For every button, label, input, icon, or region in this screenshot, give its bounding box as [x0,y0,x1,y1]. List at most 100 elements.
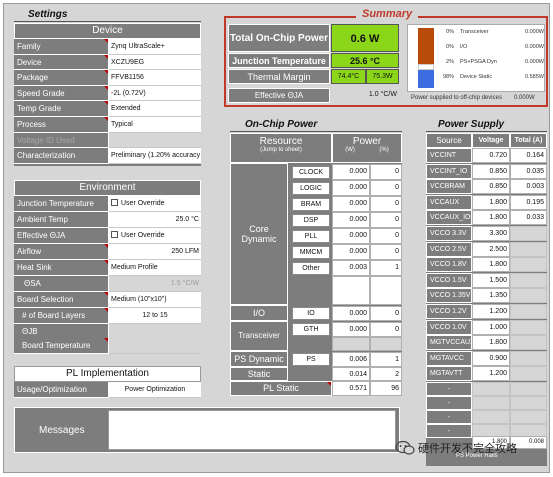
resource-power-pct: 0 [370,196,402,212]
ps-voltage-input[interactable]: 1.200 [472,366,510,382]
env-row-ambient: Ambient Temp 25.0 °C [14,212,201,228]
pl-static-label: PL Static [230,381,332,396]
board-layers-select[interactable]: 12 to 15 [109,308,201,324]
theta-override-checkbox[interactable] [111,231,118,238]
env-row-theta: Effective ΘJA User Override [14,228,201,244]
static-label: Static [230,367,288,381]
junction-temp-summary-value: 25.6 °C [331,53,399,68]
device-row-label: Device [14,54,109,71]
power-breakdown-chart: 0% Transceiver 0.000W 0% I/O 0.000W 2% PS+PSGA … [407,24,545,92]
airflow-label: Airflow [14,244,109,260]
junction-override-checkbox[interactable] [111,199,118,206]
ps-voltage-input[interactable]: 1.200 [472,304,510,319]
gth-power-pct-2 [370,337,402,351]
ps-source-label: VCCINT [426,148,472,163]
ps-header-voltage: Voltage [472,133,510,148]
io-resource-link[interactable]: IO [292,307,330,320]
ps-dash-label: - [426,410,472,424]
breakdown-pct: 0% [446,29,454,35]
device-row-value[interactable]: Extended [109,101,201,117]
gth-resource-link[interactable]: GTH [292,323,330,336]
ps-dynamic-text: PS Dynamic [234,354,284,364]
device-row: Package FFVB1156 [14,70,201,86]
breakdown-name: PS+PSGA Dyn [460,59,497,65]
transceiver-text: Transceiver [238,331,280,340]
ps-source-label: VCCINT_IO [426,163,472,179]
ps-voltage-input[interactable]: 3.300 [472,226,510,241]
ps-voltage-input[interactable]: 0.900 [472,350,510,366]
breakdown-value: 0.000W [525,29,544,35]
ps-source-label: MGTVCCAUX [426,335,475,351]
watermark: 硬件开发不完全攻略 [395,440,517,456]
core-dynamic-text: Core Dynamic [241,224,277,244]
ps-total-value: 0.033 [510,210,547,226]
airflow-select[interactable]: 250 LFM [109,244,201,260]
usage-select[interactable]: Power Optimization [109,382,201,398]
resource-power-w: 0.000 [332,196,370,212]
device-row-value[interactable]: FFVB1156 [109,70,201,86]
ps-voltage-input[interactable]: 0.850 [472,179,510,195]
device-row: Family Zynq UltraScale+ [14,39,201,55]
board-selection-label: Board Selection [14,292,109,308]
ps-total-value: 0.195 [510,194,547,210]
device-row-value[interactable]: XCZU9EG [109,54,201,71]
ps-voltage-input[interactable]: 1.000 [472,319,510,335]
junction-override-field[interactable]: User Override [109,196,201,212]
board-selection-select[interactable]: Medium (10"x10") [109,292,201,308]
env-row-layers: # of Board Layers 12 to 15 [14,308,201,324]
ps-voltage-input[interactable]: 0.850 [472,163,510,179]
ps-voltage-input[interactable]: 1.800 [472,257,510,273]
ps-total-value [510,288,547,304]
resource-link[interactable]: PLL [292,230,330,243]
ps-voltage-input[interactable]: 1.800 [472,194,510,210]
ps-voltage-input[interactable]: 2.500 [472,241,510,257]
resource-link[interactable]: LOGIC [292,182,330,195]
resource-link[interactable]: BRAM [292,198,330,211]
ps-voltage-input[interactable]: 1.500 [472,272,510,288]
messages-box[interactable] [108,410,396,450]
ps-voltage-input[interactable]: 1.800 [472,335,510,351]
resource-power-empty [332,276,370,305]
heatsink-select[interactable]: Medium Profile [109,260,201,276]
ps-voltage-input[interactable]: 1.350 [472,288,510,304]
ambient-temp-label: Ambient Temp [14,212,109,228]
pl-impl-panel: PL Implementation Usage/Optimization Pow… [14,366,201,398]
ps-header-source: Source [426,133,472,148]
ps-voltage-input[interactable]: 0.720 [472,148,510,163]
env-row-sa: ΘSA 1.5 °C/W [14,276,201,292]
ps-dash-label: - [426,382,472,396]
resource-link[interactable]: MMCM [292,246,330,259]
ps-dash-label: - [426,424,472,438]
resource-link[interactable]: CLOCK [292,166,330,179]
junction-temp-summary-label: Junction Temperature [228,53,330,68]
theta-override-field[interactable]: User Override [109,228,201,244]
device-row-value[interactable]: Typical [109,117,201,133]
breakdown-name: Transceiver [460,29,489,35]
breakdown-pct: 0% [446,44,454,50]
resource-power-w: 0.000 [332,164,370,180]
device-row-value[interactable]: Preliminary (1.20% accuracy [109,148,201,164]
thermal-margin-c: 74.4°C [331,69,366,84]
pl-impl-row: Usage/Optimization Power Optimization [14,382,201,398]
static-text: Static [247,369,271,379]
total-power-value: 0.6 W [331,24,399,52]
ambient-temp-input[interactable]: 25.0 °C [109,212,201,228]
offchip-value: 0.000W [514,95,535,101]
ps-voltage-input[interactable]: 1.800 [472,210,510,226]
device-header: Device [14,23,201,39]
device-row-value[interactable]: Zynq UltraScale+ [109,39,201,55]
resource-header-label: Resource [259,136,303,147]
resource-link[interactable]: DSP [292,214,330,227]
ps-total-value [510,226,547,241]
ps-total-value [510,257,547,273]
resource-power-w: 0.003 [332,260,370,276]
ps-dynamic-label: PS Dynamic [230,351,288,367]
env-row-board: Board Selection Medium (10"x10") [14,292,201,308]
device-row-value[interactable]: -2L (0.72V) [109,85,201,102]
effective-theta-label: Effective ΘJA [14,228,109,244]
usage-label: Usage/Optimization [14,382,109,398]
device-row-label: Process [14,117,109,133]
resource-link[interactable]: Other [292,262,330,275]
ps-resource-link[interactable]: PS [292,353,330,366]
ps-total-value [510,350,547,366]
